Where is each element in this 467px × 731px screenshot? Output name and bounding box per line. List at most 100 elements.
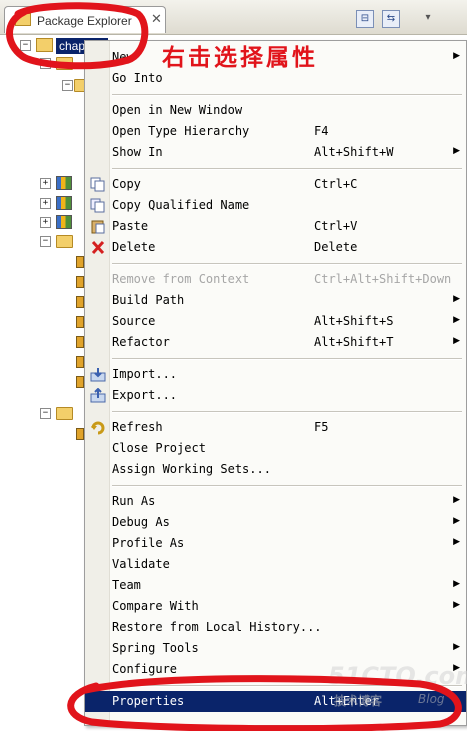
menu-item-refactor[interactable]: Refactor Alt+Shift+T ▶ [85, 332, 466, 353]
menu-item-compare-with[interactable]: Compare With ▶ [85, 596, 466, 617]
tree-expander[interactable]: + [40, 178, 51, 189]
menu-item-label: Open Type Hierarchy [112, 124, 250, 138]
export-icon [90, 387, 106, 403]
file-icon [76, 336, 84, 348]
menu-item-copy-qualified-name[interactable]: Copy Qualified Name [85, 195, 466, 216]
tree-expander[interactable]: − [20, 40, 31, 51]
menu-item-source[interactable]: Source Alt+Shift+S ▶ [85, 311, 466, 332]
menu-separator [112, 94, 462, 96]
file-icon [76, 256, 84, 268]
delete-icon [90, 240, 106, 255]
menu-item-spring-tools[interactable]: Spring Tools ▶ [85, 638, 466, 659]
menu-item-debug-as[interactable]: Debug As ▶ [85, 512, 466, 533]
watermark-blog: Blog [418, 692, 445, 706]
menu-item-assign-working-sets[interactable]: Assign Working Sets... [85, 459, 466, 480]
menu-item-label: Assign Working Sets... [112, 462, 271, 476]
menu-item-label: Profile As [112, 536, 185, 550]
menu-item-label: Source [112, 314, 156, 328]
library-icon [56, 176, 72, 190]
watermark: 51CTO.com 技术博客 Blog [300, 662, 467, 712]
view-menu-icon[interactable]: ▾ [420, 10, 436, 26]
menu-item-label: Properties [112, 694, 185, 708]
file-icon [76, 428, 84, 440]
menu-item-validate[interactable]: Validate [85, 554, 466, 575]
close-icon[interactable]: ✕ [151, 12, 162, 27]
submenu-arrow-icon: ▶ [453, 51, 460, 61]
menu-item-refresh[interactable]: Refresh F5 [85, 417, 466, 438]
menu-item-accelerator: Ctrl+Alt+Shift+Down [314, 272, 452, 286]
menu-item-label: Debug As [112, 515, 170, 529]
watermark-sub: 技术博客 [334, 694, 383, 708]
menu-item-restore-from-local-history[interactable]: Restore from Local History... [85, 617, 466, 638]
menu-item-accelerator: Alt+Shift+W [314, 145, 394, 159]
tree-expander[interactable]: + [40, 217, 51, 228]
menu-item-profile-as[interactable]: Profile As ▶ [85, 533, 466, 554]
menu-item-show-in[interactable]: Show In Alt+Shift+W ▶ [85, 142, 466, 163]
menu-item-label: Compare With [112, 599, 199, 613]
import-icon [90, 367, 106, 382]
library-icon [56, 215, 72, 229]
copy-icon [90, 177, 106, 192]
menu-separator [112, 263, 462, 265]
menu-item-label: Import... [112, 367, 178, 381]
menu-item-copy[interactable]: Copy Ctrl+C [85, 174, 466, 195]
menu-item-label: Delete [112, 240, 156, 254]
menu-item-label: Copy Qualified Name [112, 198, 250, 212]
submenu-arrow-icon: ▶ [453, 537, 460, 547]
menu-item-label: Run As [112, 494, 156, 508]
tree-expander[interactable]: + [40, 198, 51, 209]
tree-expander[interactable]: − [40, 236, 51, 247]
tree-expander[interactable]: − [40, 408, 51, 419]
paste-icon [90, 219, 106, 234]
menu-item-accelerator: Alt+Shift+T [314, 335, 394, 349]
tree-expander[interactable]: − [62, 80, 73, 91]
file-icon [76, 316, 84, 328]
link-with-editor-icon[interactable]: ⇆ [382, 10, 400, 28]
submenu-arrow-icon: ▶ [453, 495, 460, 505]
menu-item-label: Remove from Context [112, 272, 250, 286]
menu-item-paste[interactable]: Paste Ctrl+V [85, 216, 466, 237]
menu-item-label: Paste [112, 219, 149, 233]
package-explorer-tab[interactable]: Package Explorer ✕ [4, 6, 166, 33]
menu-item-label: Validate [112, 557, 170, 571]
file-icon [76, 376, 84, 388]
menu-separator [112, 411, 462, 413]
menu-item-delete[interactable]: Delete Delete [85, 237, 466, 258]
menu-item-run-as[interactable]: Run As ▶ [85, 491, 466, 512]
menu-item-close-project[interactable]: Close Project [85, 438, 466, 459]
file-icon [76, 276, 84, 288]
submenu-arrow-icon: ▶ [453, 336, 460, 346]
tree-expander[interactable]: − [40, 58, 51, 69]
collapse-all-icon[interactable]: ⊟ [356, 10, 374, 28]
menu-separator [112, 485, 462, 487]
menu-item-label: Refresh [112, 420, 163, 434]
menu-item-label: Show In [112, 145, 163, 159]
folder-icon [56, 57, 73, 70]
menu-item-export[interactable]: Export... [85, 385, 466, 406]
annotation-text: 右击选择属性 [162, 45, 318, 71]
menu-item-open-in-new-window[interactable]: Open in New Window [85, 100, 466, 121]
menu-item-label: Team [112, 578, 141, 592]
menu-item-label: Go Into [112, 71, 163, 85]
submenu-arrow-icon: ▶ [453, 294, 460, 304]
menu-item-accelerator: Ctrl+C [314, 177, 358, 191]
menu-item-open-type-hierarchy[interactable]: Open Type Hierarchy F4 [85, 121, 466, 142]
menu-item-team[interactable]: Team ▶ [85, 575, 466, 596]
copy-qualified-name-icon [90, 198, 106, 213]
menu-item-accelerator: Alt+Shift+S [314, 314, 394, 328]
context-menu: New ▶ Go Into Open in New Window Open Type H… [84, 40, 467, 726]
menu-item-label: Configure [112, 662, 178, 676]
file-icon [76, 296, 84, 308]
menu-item-label: New [112, 50, 134, 64]
menu-item-accelerator: F5 [314, 420, 329, 434]
folder-icon [56, 235, 73, 248]
project-icon [36, 38, 53, 52]
menu-item-import[interactable]: Import... [85, 364, 466, 385]
menu-item-label: Copy [112, 177, 141, 191]
submenu-arrow-icon: ▶ [453, 642, 460, 652]
refresh-icon [90, 420, 106, 435]
menu-separator [112, 168, 462, 170]
menu-item-build-path[interactable]: Build Path ▶ [85, 290, 466, 311]
menu-item-label: Export... [112, 388, 178, 402]
submenu-arrow-icon: ▶ [453, 600, 460, 610]
